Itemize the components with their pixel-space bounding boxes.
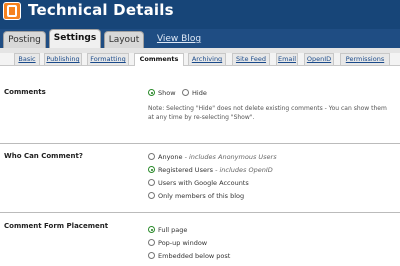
blogger-logo-icon[interactable]: [3, 2, 21, 20]
subtab-openid[interactable]: OpenID: [304, 53, 334, 65]
subtab-permissions[interactable]: Permissions: [340, 53, 390, 65]
popup-window-option[interactable]: Pop-up window: [148, 238, 207, 248]
option-hint: - includes Anonymous Users: [184, 153, 277, 161]
subtab-formatting[interactable]: Formatting: [87, 53, 129, 65]
form-placement-label: Comment Form Placement: [4, 222, 109, 230]
radio-icon[interactable]: [148, 153, 155, 160]
radio-icon[interactable]: [148, 166, 155, 173]
option-label: Pop-up window: [158, 239, 208, 247]
tab-layout[interactable]: Layout: [104, 31, 144, 48]
option-label: Users with Google Accounts: [158, 179, 249, 187]
option-label: Only members of this blog: [158, 192, 245, 200]
radio-icon[interactable]: [148, 89, 155, 96]
radio-icon[interactable]: [148, 252, 155, 259]
registered-users-option[interactable]: Registered Users - includes OpenID: [148, 165, 273, 175]
subtab-site-feed[interactable]: Site Feed: [232, 53, 270, 65]
main-tabs: Posting Settings Layout View Blog: [0, 29, 400, 48]
option-label: Registered Users: [158, 166, 214, 174]
comments-show-option[interactable]: Show: [148, 88, 176, 98]
tab-posting[interactable]: Posting: [3, 31, 46, 48]
radio-icon[interactable]: [148, 192, 155, 199]
radio-icon[interactable]: [148, 239, 155, 246]
embedded-below-post-option[interactable]: Embedded below post: [148, 251, 230, 261]
full-page-option[interactable]: Full page: [148, 225, 187, 235]
who-can-comment-section: Who Can Comment? Anyone - includes Anony…: [0, 144, 400, 210]
radio-icon[interactable]: [148, 226, 155, 233]
page-title: Technical Details: [28, 1, 174, 19]
radio-icon[interactable]: [182, 89, 189, 96]
radio-icon[interactable]: [148, 179, 155, 186]
subtab-archiving[interactable]: Archiving: [188, 53, 226, 65]
option-label: Show: [158, 89, 176, 97]
blogger-b-mark: [7, 5, 17, 17]
anyone-option[interactable]: Anyone - includes Anonymous Users: [148, 152, 277, 162]
comments-label: Comments: [4, 88, 46, 96]
comments-note: Note: Selecting "Hide" does not delete e…: [148, 105, 387, 121]
subtab-publishing[interactable]: Publishing: [44, 53, 82, 65]
form-placement-section: Comment Form Placement Full page Pop-up …: [0, 213, 400, 266]
option-label: Anyone: [158, 153, 183, 161]
option-hint: - includes OpenID: [215, 166, 273, 174]
settings-subnav: Basic Publishing Formatting Comments Arc…: [0, 48, 400, 66]
option-label: Hide: [192, 89, 207, 97]
comments-section: Comments Show Hide Note: Selecting "Hide…: [0, 66, 400, 136]
google-accounts-option[interactable]: Users with Google Accounts: [148, 178, 249, 188]
blog-members-option[interactable]: Only members of this blog: [148, 191, 244, 201]
subtab-basic[interactable]: Basic: [14, 53, 40, 65]
option-label: Embedded below post: [158, 252, 231, 260]
comments-hide-option[interactable]: Hide: [182, 88, 207, 98]
view-blog-link[interactable]: View Blog: [152, 31, 206, 48]
subtab-email[interactable]: Email: [276, 53, 298, 65]
subtab-comments[interactable]: Comments: [134, 53, 184, 66]
tab-settings[interactable]: Settings: [49, 29, 101, 48]
option-label: Full page: [158, 226, 188, 234]
who-can-comment-label: Who Can Comment?: [4, 152, 83, 160]
